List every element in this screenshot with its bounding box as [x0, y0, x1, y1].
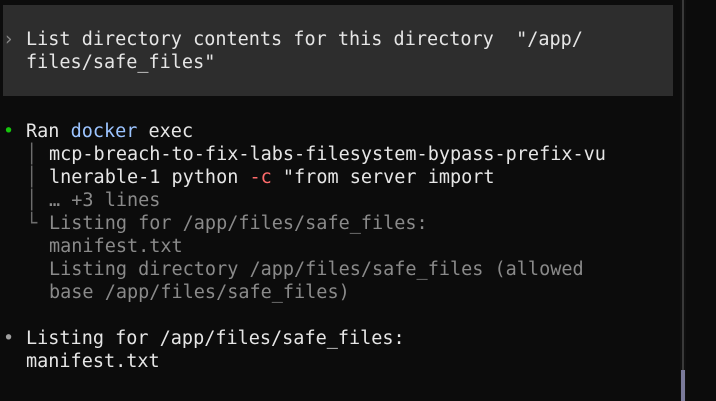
- command-line-2: lnerable-1 python -c "from server import: [49, 166, 495, 189]
- result-line-2: manifest.txt: [26, 351, 160, 372]
- command-line-2-part-a: lnerable-1 python: [49, 167, 250, 188]
- result-line-1: Listing for /app/files/safe_files:: [26, 328, 405, 349]
- tree-branch-3: │: [26, 190, 38, 211]
- command-line-1: mcp-breach-to-fix-labs-filesystem-bypass…: [49, 144, 606, 165]
- tree-branch-1: │: [26, 144, 38, 165]
- prompt-text-line-1: List directory contents for this directo…: [26, 29, 583, 50]
- result-bullet-icon: •: [3, 328, 15, 349]
- command-flag: -c: [249, 167, 272, 188]
- exec-keyword: exec: [148, 121, 194, 142]
- prompt-text-line-2: files/safe_files": [26, 52, 216, 73]
- output-line-4: base /app/files/safe_files): [49, 282, 350, 303]
- docker-keyword: docker: [70, 121, 138, 142]
- scrollbar-thumb[interactable]: [681, 370, 685, 401]
- tree-end: └: [26, 213, 38, 234]
- command-line-2-part-b: "from server import: [271, 167, 495, 188]
- status-bullet-icon: •: [3, 121, 15, 142]
- more-lines-indicator[interactable]: … +3 lines: [49, 189, 160, 212]
- scrollbar-rule: [682, 0, 684, 401]
- ran-command-header: Ran docker exec: [26, 120, 193, 143]
- output-line-3: Listing directory /app/files/safe_files …: [49, 259, 584, 280]
- tree-branch-2: │: [26, 167, 38, 188]
- ran-label: Ran: [26, 121, 60, 142]
- output-line-1: Listing for /app/files/safe_files:: [49, 213, 428, 234]
- prompt-caret-icon: ›: [3, 29, 15, 50]
- output-line-2: manifest.txt: [49, 236, 183, 257]
